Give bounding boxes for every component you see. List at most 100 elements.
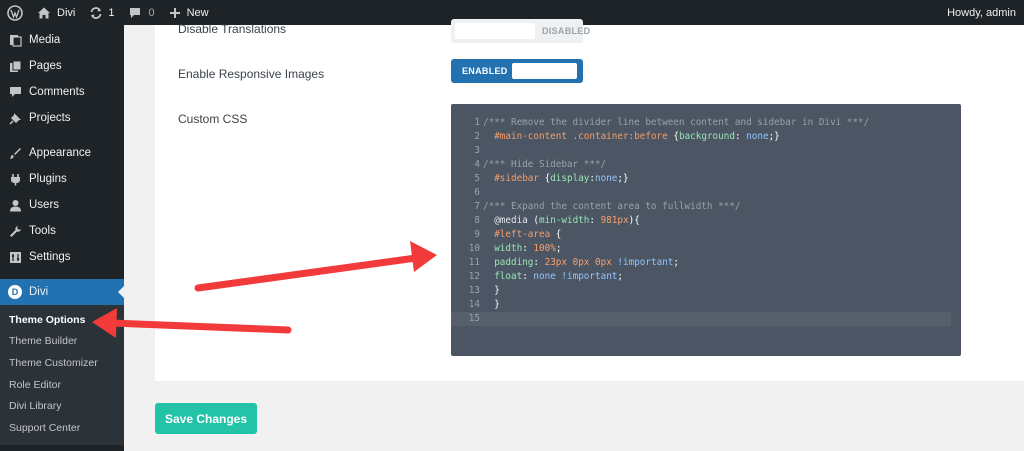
submenu-support-center[interactable]: Support Center: [0, 417, 124, 439]
submenu-theme-customizer[interactable]: Theme Customizer: [0, 352, 124, 374]
paintbrush-icon: [8, 146, 22, 160]
plug-icon: [8, 172, 22, 186]
code-line[interactable]: 11 padding: 23px 0px 0px !important;: [451, 256, 951, 270]
sidebar-item-tools[interactable]: Tools: [0, 218, 124, 244]
line-number: 9: [474, 229, 480, 240]
updates-link[interactable]: 1: [82, 0, 121, 25]
code-text: width: 100%;: [494, 243, 562, 254]
line-number: 7: [474, 201, 480, 212]
sidebar-item-appearance[interactable]: Appearance: [0, 140, 124, 166]
responsive-images-label: Enable Responsive Images: [178, 67, 325, 81]
sidebar-item-label: Appearance: [29, 147, 92, 159]
line-number: 5: [474, 173, 480, 184]
menu-separator: [0, 131, 124, 140]
code-line[interactable]: 10 width: 100%;: [451, 242, 951, 256]
divi-submenu: Theme Options Theme Builder Theme Custom…: [0, 305, 124, 445]
code-line[interactable]: 5 #sidebar {display:none;}: [451, 172, 951, 186]
home-icon: [38, 7, 50, 18]
site-name-link[interactable]: Divi: [30, 0, 82, 25]
comments-count: 0: [148, 6, 155, 19]
code-line[interactable]: 15: [451, 312, 951, 326]
toggle-knob: [455, 23, 535, 39]
sidebar-item-settings[interactable]: Settings: [0, 244, 124, 270]
comments-link[interactable]: 0: [121, 0, 161, 25]
code-line[interactable]: 12 float: none !important;: [451, 270, 951, 284]
line-number: 4: [474, 159, 480, 170]
line-number: 8: [474, 215, 480, 226]
code-line[interactable]: 6: [451, 186, 951, 200]
new-label: New: [186, 6, 209, 19]
wrench-icon: [8, 224, 22, 238]
sidebar-item-media[interactable]: Media: [0, 27, 124, 53]
sidebar-item-label: Pages: [29, 60, 62, 72]
line-number: 1: [474, 117, 480, 128]
sidebar-item-label: Divi: [29, 286, 49, 298]
divi-logo-wrap: D: [8, 285, 22, 299]
sidebar-item-label: Plugins: [29, 173, 67, 185]
code-text: #sidebar {display:none;}: [494, 173, 629, 184]
line-number: 14: [468, 299, 480, 310]
user-icon: [8, 198, 22, 212]
sidebar-item-label: Settings: [29, 251, 71, 263]
code-text: @media (min-width: 981px){: [494, 215, 640, 226]
code-line[interactable]: 8 @media (min-width: 981px){: [451, 214, 951, 228]
code-line[interactable]: 7/*** Expand the content area to fullwid…: [451, 200, 951, 214]
code-text: #left-area {: [494, 229, 562, 240]
wordpress-icon: [7, 4, 23, 21]
sidebar-item-comments[interactable]: Comments: [0, 79, 124, 105]
wordpress-logo-button[interactable]: [0, 0, 30, 25]
code-line[interactable]: 3: [451, 144, 951, 158]
sidebar-item-pages[interactable]: Pages: [0, 53, 124, 79]
submenu-divi-library[interactable]: Divi Library: [0, 395, 124, 417]
menu-separator: [0, 270, 124, 279]
line-number: 12: [468, 271, 480, 282]
custom-css-editor[interactable]: 1/*** Remove the divider line between co…: [451, 104, 961, 356]
sidebar-item-plugins[interactable]: Plugins: [0, 166, 124, 192]
code-line[interactable]: 9 #left-area {: [451, 228, 951, 242]
settings-icon: [8, 250, 22, 264]
line-number: 3: [474, 145, 480, 156]
code-text: float: none !important;: [494, 271, 624, 282]
submenu-theme-builder[interactable]: Theme Builder: [0, 331, 124, 353]
site-name: Divi: [57, 6, 76, 19]
code-line[interactable]: 14 }: [451, 298, 951, 312]
code-line[interactable]: 4/*** Hide Sidebar ***/: [451, 158, 951, 172]
media-icon: [8, 33, 22, 47]
updates-icon: [90, 6, 102, 19]
code-line[interactable]: 2 #main-content .container:before {backg…: [451, 130, 951, 144]
sidebar-item-projects[interactable]: Projects: [0, 105, 124, 131]
submenu-role-editor[interactable]: Role Editor: [0, 374, 124, 396]
sidebar-item-label: Projects: [29, 112, 71, 124]
sidebar-item-label: Users: [29, 199, 60, 211]
line-number: 10: [468, 243, 480, 254]
code-text: /*** Remove the divider line between con…: [483, 117, 870, 128]
line-number: 11: [468, 257, 480, 268]
line-number: 15: [468, 313, 480, 324]
disable-translations-toggle[interactable]: DISABLED: [451, 19, 590, 43]
sidebar-item-label: Media: [29, 34, 61, 46]
pin-icon: [8, 111, 22, 125]
divi-logo: D: [8, 285, 22, 299]
comment-bubble-icon: [130, 7, 141, 18]
disable-translations-label: Disable Translations: [178, 22, 287, 36]
toggle-knob: [512, 63, 577, 79]
account-menu[interactable]: Howdy, admin: [940, 0, 1024, 25]
line-number: 2: [474, 131, 480, 142]
sidebar-item-label: Comments: [29, 86, 85, 98]
responsive-images-toggle[interactable]: ENABLED: [451, 59, 583, 83]
theme-options-panel: Disable Translations DISABLED Enable Res…: [155, 19, 1024, 381]
pages-icon: [8, 59, 22, 73]
code-line[interactable]: 13 }: [451, 284, 951, 298]
submenu-theme-options[interactable]: Theme Options: [0, 309, 124, 331]
toggle-state: ENABLED: [462, 66, 508, 76]
code-text: }: [494, 285, 500, 296]
code-line[interactable]: 1/*** Remove the divider line between co…: [451, 116, 951, 130]
save-changes-button[interactable]: Save Changes: [155, 403, 257, 434]
sidebar-item-users[interactable]: Users: [0, 192, 124, 218]
code-text: #main-content .container:before {backgro…: [494, 131, 780, 142]
line-number: 6: [474, 187, 480, 198]
custom-css-label: Custom CSS: [178, 112, 248, 126]
sidebar-item-divi[interactable]: D Divi: [0, 279, 124, 305]
code-text: /*** Expand the content area to fullwidt…: [483, 201, 741, 212]
plus-icon: [169, 7, 180, 18]
